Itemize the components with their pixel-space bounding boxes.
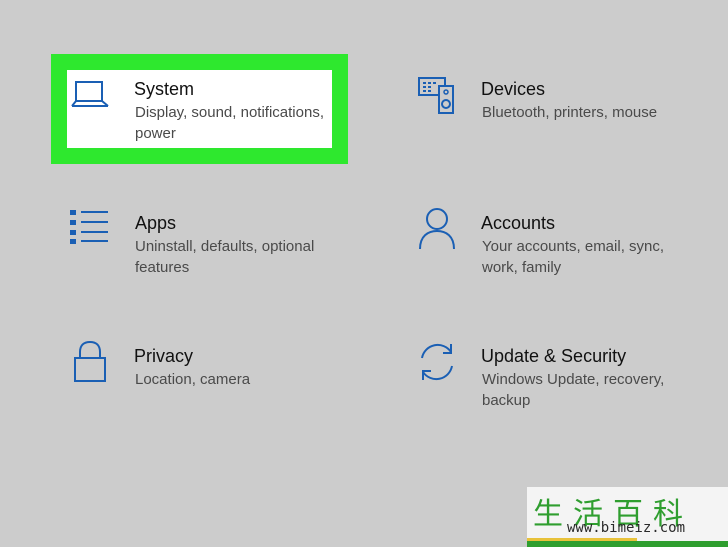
tile-description: Location, camera (135, 371, 251, 388)
devices-icon (418, 77, 454, 114)
tile-description: Display, sound, notifications, power (135, 104, 324, 142)
tile-description: Windows Update, recovery, backup (482, 371, 665, 409)
tile-system[interactable]: System Display, sound, notifications, po… (70, 78, 340, 148)
tile-title: Devices (481, 79, 546, 99)
sync-icon (421, 343, 453, 381)
tile-title: System (134, 79, 195, 99)
lock-icon (74, 340, 106, 382)
tile-description: Bluetooth, printers, mouse (482, 104, 658, 121)
watermark-bar-green (527, 541, 728, 547)
tile-title: Apps (135, 213, 177, 233)
tile-devices[interactable]: Devices Bluetooth, printers, mouse (416, 76, 706, 136)
tile-update-security[interactable]: Update & Security Windows Update, recove… (416, 340, 706, 412)
apps-list-icon (70, 210, 108, 244)
tile-apps[interactable]: Apps Uninstall, defaults, optional featu… (70, 208, 340, 278)
tile-privacy[interactable]: Privacy Location, camera (72, 340, 332, 400)
person-icon (419, 208, 455, 250)
tile-description: Your accounts, email, sync, work, family (482, 238, 665, 276)
laptop-icon (71, 81, 109, 107)
tile-title: Update & Security (481, 346, 627, 366)
tile-title: Privacy (134, 346, 194, 366)
watermark: 生活百科 www.bimeiz.com (527, 487, 728, 547)
tile-accounts[interactable]: Accounts Your accounts, email, sync, wor… (416, 206, 706, 278)
tile-title: Accounts (481, 213, 556, 233)
tile-description: Uninstall, defaults, optional features (135, 238, 315, 276)
watermark-url: www.bimeiz.com (567, 520, 686, 536)
